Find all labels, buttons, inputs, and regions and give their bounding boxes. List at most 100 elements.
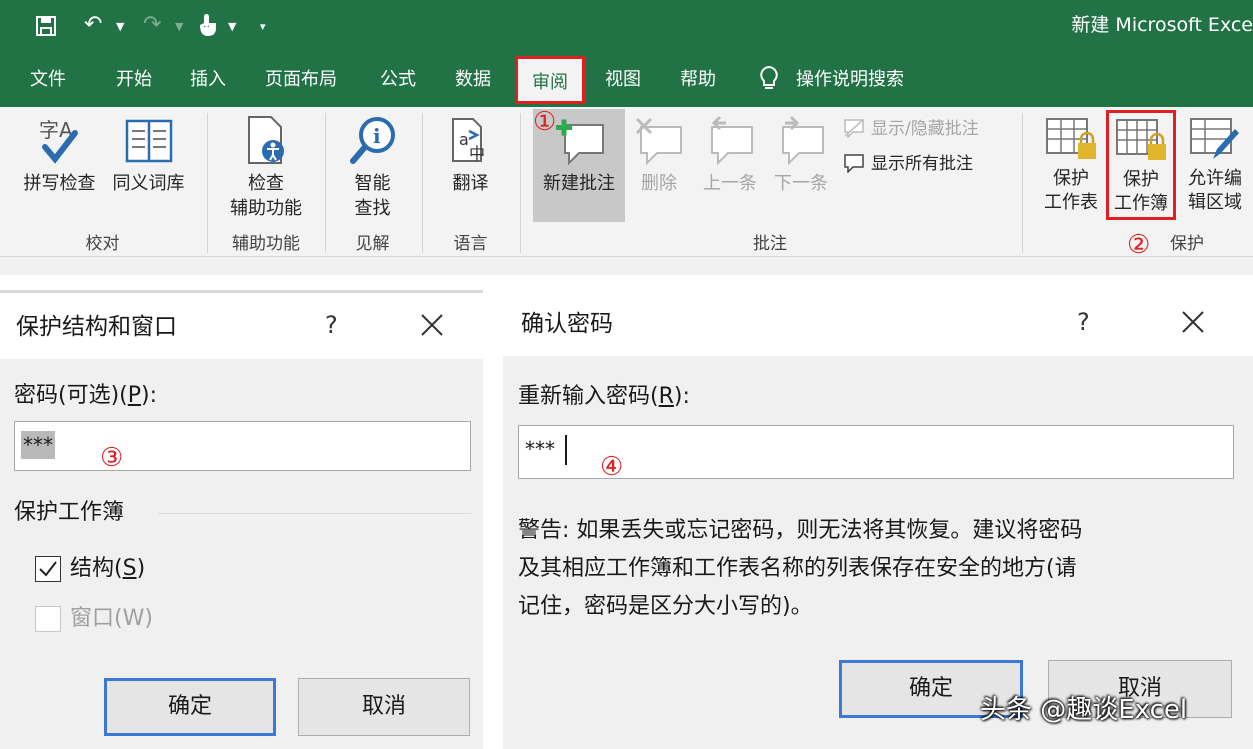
structure-checkbox[interactable] (35, 556, 61, 582)
close-icon[interactable] (1179, 308, 1207, 336)
watermark: 头条 @趣谈Excel (980, 695, 1188, 725)
check-accessibility-button[interactable]: 检查 辅助功能 (220, 115, 312, 221)
reenter-password-label: 重新输入密码(R): (518, 384, 690, 409)
separator (0, 275, 1253, 290)
customize-toolbar-icon[interactable]: ▾ (260, 12, 266, 42)
translate-button[interactable]: a 中 翻译 (433, 115, 508, 196)
tab-help[interactable]: 帮助 (680, 67, 716, 93)
confirm-password-dialog: 确认密码 ? 重新输入密码(R): *** ④ 警告: 如果丢失或忘记密码，则无… (503, 290, 1253, 749)
group-divider (520, 113, 521, 253)
allow-edit-ranges-label-2: 辑区域 (1188, 192, 1242, 213)
close-icon[interactable] (418, 311, 446, 339)
windows-label: 窗口(W) (70, 606, 153, 631)
section-divider (158, 513, 471, 514)
smart-lookup-label-1: 智能 (354, 173, 391, 194)
protect-structure-dialog: 保护结构和窗口 ? 密码(可选)(P): *** ③ 保护工作簿 结构(S) 窗… (0, 290, 483, 749)
thesaurus-label: 同义词库 (112, 173, 185, 194)
structure-label: 结构(S) (70, 556, 146, 581)
warning-line-3: 记住，密码是区分大小写的)。 (518, 594, 813, 619)
tab-review[interactable]: 审阅 (515, 56, 585, 104)
ok-button[interactable]: 确定 (104, 678, 276, 736)
protect-sheet-label-1: 保护 (1053, 168, 1089, 189)
delete-comment-icon (635, 117, 682, 166)
smart-lookup-icon: i (349, 117, 395, 164)
group-label-protect: 保护 (1170, 234, 1204, 254)
undo-icon[interactable]: ↶ (84, 10, 102, 40)
password-input[interactable]: *** (14, 421, 471, 471)
previous-comment-icon (711, 115, 753, 166)
windows-checkbox[interactable] (35, 606, 61, 632)
book-icon (125, 119, 172, 163)
new-comment-icon (556, 119, 604, 166)
accessibility-label-2: 辅助功能 (230, 198, 302, 219)
touch-mode-icon[interactable] (198, 10, 218, 47)
tab-page-layout[interactable]: 页面布局 (265, 67, 337, 93)
title-bar: ↶ ▼ ↷ ▼ ▼ ▾ 新建 Microsoft Exce (0, 0, 1253, 52)
protect-sheet-button[interactable]: 保护 工作表 (1038, 115, 1104, 215)
protect-sheet-label-2: 工作表 (1044, 192, 1098, 213)
redo-icon[interactable]: ↷ (143, 10, 161, 40)
group-divider (1022, 113, 1023, 253)
show-hide-comment-icon (844, 119, 864, 139)
ribbon-bottom-strip (0, 257, 1253, 275)
protect-workbook-label-2: 工作簿 (1114, 193, 1168, 214)
spelling-icon: 字A (39, 118, 78, 164)
show-all-comments-label: 显示所有批注 (871, 154, 973, 174)
allow-edit-ranges-icon (1190, 118, 1239, 159)
step-marker-2: ② (1127, 230, 1151, 260)
smart-lookup-button[interactable]: i 智能 查找 (335, 115, 410, 221)
protect-workbook-button[interactable]: 保护 工作簿 (1106, 110, 1176, 220)
text-cursor (565, 435, 567, 465)
touch-dropdown-icon[interactable]: ▼ (228, 12, 236, 42)
group-label-language: 语言 (453, 234, 488, 254)
tab-data[interactable]: 数据 (455, 67, 491, 93)
cancel-button[interactable]: 取消 (298, 678, 470, 736)
delete-comment-button[interactable]: 删除 (630, 115, 688, 196)
tab-file[interactable]: 文件 (30, 67, 66, 93)
protect-workbook-section-label: 保护工作簿 (14, 500, 125, 525)
translate-icon: a 中 (451, 118, 485, 163)
show-hide-comment-label: 显示/隐藏批注 (871, 119, 979, 139)
help-icon[interactable]: ? (1077, 306, 1090, 338)
dialog-title: 保护结构和窗口 (16, 314, 177, 340)
redo-dropdown-icon[interactable]: ▼ (175, 12, 183, 42)
help-icon[interactable]: ? (325, 309, 338, 341)
group-label-comments: 批注 (753, 234, 787, 254)
tab-home[interactable]: 开始 (116, 67, 152, 93)
step-marker-4: ④ (600, 452, 624, 482)
translate-label: 翻译 (452, 173, 489, 194)
new-comment-label: 新建批注 (543, 173, 615, 194)
show-hide-comment-button[interactable]: 显示/隐藏批注 (843, 117, 979, 141)
group-divider (422, 113, 423, 253)
spelling-button[interactable]: 字A 拼写检查 (17, 115, 102, 196)
dialog-header: 保护结构和窗口 ? (0, 293, 483, 359)
tell-me-search[interactable]: 操作说明搜索 (796, 67, 904, 93)
accessibility-icon (248, 116, 284, 164)
group-divider (207, 113, 208, 253)
undo-dropdown-icon[interactable]: ▼ (116, 12, 124, 42)
accessibility-label-1: 检查 (248, 173, 284, 194)
allow-edit-ranges-button[interactable]: 允许编 辑区域 (1180, 115, 1250, 215)
step-marker-1: ① (533, 107, 557, 137)
group-label-proofing: 校对 (85, 234, 120, 254)
protect-workbook-label-1: 保护 (1123, 169, 1159, 190)
previous-comment-button[interactable]: 上一条 (697, 115, 763, 196)
tab-insert[interactable]: 插入 (190, 67, 226, 93)
password-label: 密码(可选)(P): (14, 383, 158, 408)
previous-comment-label: 上一条 (703, 173, 757, 194)
ribbon-review: 字A 拼写检查 同义词库 校对 检查 辅助功能 辅助功能 i 智能 查找 见解 … (0, 107, 1253, 260)
step-marker-3: ③ (100, 443, 124, 473)
ribbon-tabs: 文件 开始 插入 页面布局 公式 数据 审阅 视图 帮助 操作说明搜索 (0, 52, 1253, 107)
reenter-password-input[interactable]: *** (518, 425, 1234, 479)
delete-comment-label: 删除 (641, 173, 677, 194)
save-icon[interactable] (34, 10, 58, 47)
tab-formulas[interactable]: 公式 (380, 67, 416, 93)
thesaurus-button[interactable]: 同义词库 (106, 115, 191, 196)
tab-view[interactable]: 视图 (605, 67, 641, 93)
allow-edit-ranges-label-1: 允许编 (1188, 168, 1242, 189)
show-all-comments-button[interactable]: 显示所有批注 (843, 152, 973, 176)
lightbulb-icon[interactable] (758, 65, 780, 93)
next-comment-button[interactable]: 下一条 (768, 115, 834, 196)
group-divider (325, 113, 326, 253)
protect-sheet-icon (1046, 118, 1096, 159)
